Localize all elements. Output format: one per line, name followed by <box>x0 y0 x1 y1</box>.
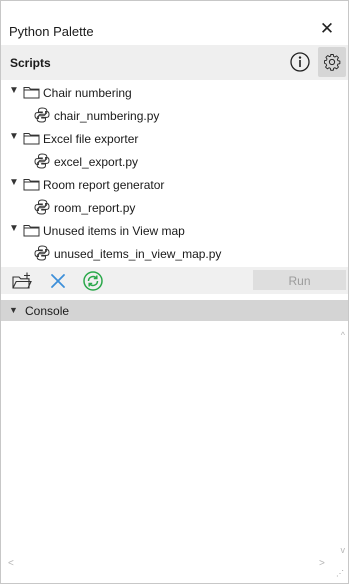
folder-label: Chair numbering <box>43 86 132 100</box>
python-file-icon <box>34 107 50 123</box>
folder-row-unused-items[interactable]: ▼ Unused items in View map <box>1 219 348 242</box>
reload-icon[interactable] <box>82 270 104 292</box>
chevron-down-icon[interactable]: ▼ <box>9 131 19 142</box>
script-row-unused-items[interactable]: unused_items_in_view_map.py <box>1 242 348 265</box>
scroll-down-arrow-icon[interactable]: v <box>341 545 346 555</box>
folder-label: Excel file exporter <box>43 132 139 146</box>
folder-label: Unused items in View map <box>43 224 185 238</box>
script-row-chair-numbering[interactable]: chair_numbering.py <box>1 104 348 127</box>
scroll-right-arrow-icon[interactable]: > <box>319 558 325 569</box>
close-icon[interactable]: ✕ <box>315 17 339 41</box>
script-label: chair_numbering.py <box>54 109 160 123</box>
python-palette-window: Python Palette ✕ Scripts ▼ Chair numberi… <box>0 0 349 584</box>
console-label: Console <box>25 304 70 318</box>
chevron-down-icon[interactable]: ▼ <box>9 223 19 234</box>
folder-icon <box>23 87 40 99</box>
script-label: unused_items_in_view_map.py <box>54 247 222 261</box>
add-folder-icon[interactable] <box>11 270 33 292</box>
python-file-icon <box>34 199 50 215</box>
folder-label: Room report generator <box>43 178 165 192</box>
folder-icon <box>23 133 40 145</box>
chevron-down-icon[interactable]: ▼ <box>9 85 19 96</box>
script-row-excel-export[interactable]: excel_export.py <box>1 150 348 173</box>
script-label: room_report.py <box>54 201 136 215</box>
resize-grip-icon[interactable]: ⋰ <box>336 569 344 578</box>
python-file-icon <box>34 153 50 169</box>
folder-row-room-report-generator[interactable]: ▼ Room report generator <box>1 173 348 196</box>
chevron-down-icon[interactable]: ▼ <box>9 177 19 188</box>
window-title: Python Palette <box>9 24 94 39</box>
scripts-header: Scripts <box>1 45 348 80</box>
info-icon[interactable] <box>289 51 311 73</box>
script-toolbar: Run <box>1 267 348 294</box>
delete-icon[interactable] <box>47 270 69 292</box>
console-header[interactable]: ▼ Console <box>1 300 348 321</box>
scripts-title: Scripts <box>10 56 51 70</box>
console-output[interactable] <box>1 321 348 573</box>
script-label: excel_export.py <box>54 155 139 169</box>
gear-icon <box>324 54 341 71</box>
scroll-up-arrow-icon[interactable]: ^ <box>341 330 345 340</box>
folder-row-excel-file-exporter[interactable]: ▼ Excel file exporter <box>1 127 348 150</box>
folder-icon <box>23 225 40 237</box>
title-bar: Python Palette ✕ <box>1 15 348 45</box>
script-row-room-report[interactable]: room_report.py <box>1 196 348 219</box>
settings-button[interactable] <box>318 47 346 77</box>
folder-row-chair-numbering[interactable]: ▼ Chair numbering <box>1 81 348 104</box>
scroll-left-arrow-icon[interactable]: < <box>8 558 14 569</box>
chevron-down-icon[interactable]: ▼ <box>9 305 18 315</box>
folder-icon <box>23 179 40 191</box>
run-button[interactable]: Run <box>253 270 346 290</box>
python-file-icon <box>34 245 50 261</box>
